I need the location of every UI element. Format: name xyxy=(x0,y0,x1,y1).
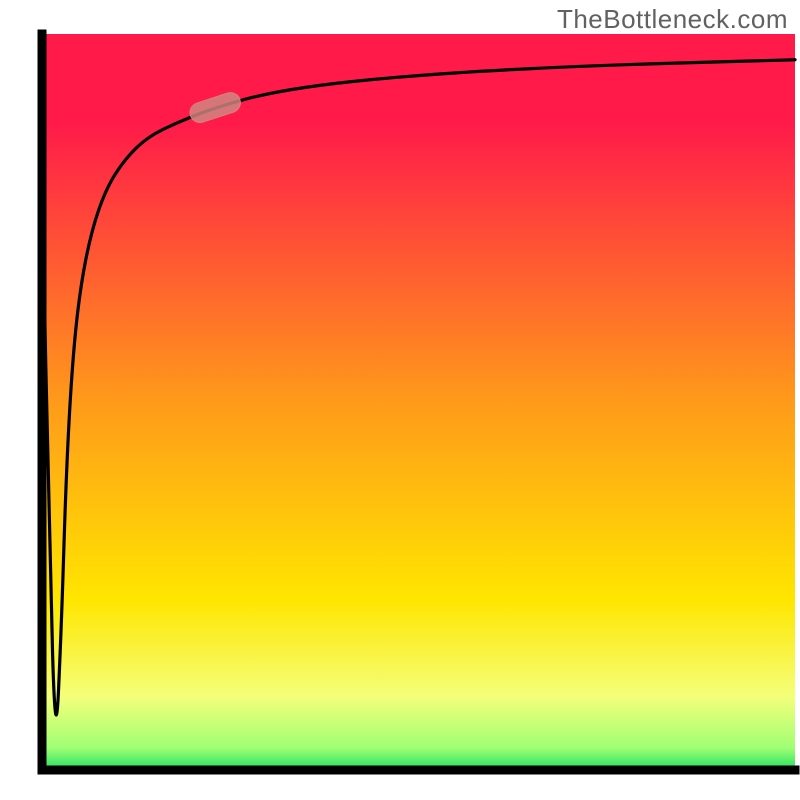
chart-svg xyxy=(0,0,800,800)
chart-frame: TheBottleneck.com xyxy=(0,0,800,800)
watermark-text: TheBottleneck.com xyxy=(557,4,788,35)
plot-background xyxy=(42,34,795,770)
